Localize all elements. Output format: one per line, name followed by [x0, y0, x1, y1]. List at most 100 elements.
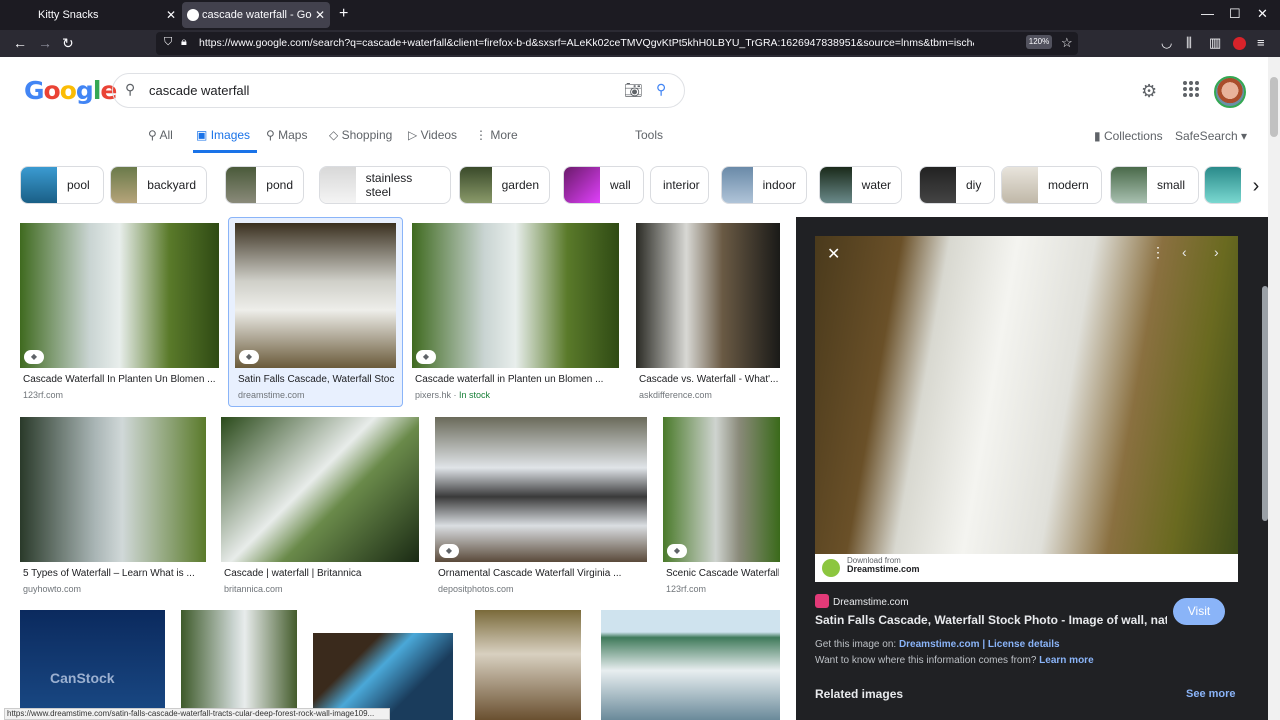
adblock-icon[interactable]: [1233, 37, 1246, 50]
page-scrollbar[interactable]: [1268, 57, 1280, 720]
preview-image[interactable]: [815, 236, 1238, 582]
result-caption[interactable]: Scenic Cascade Waterfall ...: [666, 568, 779, 579]
product-tag-icon: ◆: [439, 544, 459, 558]
search-input[interactable]: cascade waterfall: [149, 83, 249, 98]
preview-title[interactable]: Satin Falls Cascade, Waterfall Stock Pho…: [815, 613, 1167, 627]
menu-icon[interactable]: ≡: [1257, 35, 1265, 50]
search-submit-icon[interactable]: ⚲: [656, 81, 666, 98]
tab-more[interactable]: ⋮ More: [475, 128, 518, 142]
lock-icon[interactable]: 🔒︎: [181, 36, 187, 49]
tab-videos-label: Videos: [420, 128, 458, 142]
result-caption[interactable]: Cascade | waterfall | Britannica: [224, 568, 418, 579]
result-thumbnail[interactable]: [412, 223, 619, 368]
result-thumbnail[interactable]: [636, 223, 780, 368]
chip-interior[interactable]: interior: [650, 166, 709, 204]
account-avatar[interactable]: [1214, 76, 1246, 108]
visit-button[interactable]: Visit: [1173, 598, 1225, 625]
zoom-level[interactable]: 120%: [1026, 35, 1052, 49]
back-icon[interactable]: ←: [13, 35, 27, 51]
maximize-icon[interactable]: ☐: [1229, 6, 1241, 22]
chip-partial[interactable]: [1204, 166, 1244, 204]
library-icon[interactable]: ⫼: [1186, 35, 1192, 51]
chevron-right-icon[interactable]: ›: [1241, 169, 1268, 203]
tools-button[interactable]: Tools: [635, 128, 663, 142]
site-name[interactable]: Dreamstime.com: [833, 597, 909, 608]
pocket-icon[interactable]: ◡: [1161, 35, 1172, 51]
safesearch-button[interactable]: SafeSearch ▾: [1175, 129, 1247, 143]
close-icon[interactable]: ✕: [166, 8, 176, 22]
next-icon[interactable]: ›: [1214, 244, 1219, 260]
settings-gear-icon[interactable]: ⚙: [1141, 81, 1157, 102]
result-thumbnail[interactable]: [475, 610, 581, 720]
search-box[interactable]: ⚲ cascade waterfall 📷︎ ⚲: [112, 73, 685, 108]
bookmark-star-icon[interactable]: ☆: [1061, 35, 1073, 51]
scrollbar-thumb[interactable]: [1270, 77, 1278, 137]
result-source-domain: guyhowto.com: [23, 584, 82, 594]
more-options-icon[interactable]: ⋮: [1151, 244, 1165, 261]
chip-water[interactable]: water: [819, 166, 902, 204]
license-link[interactable]: | License details: [982, 639, 1059, 650]
url-bar[interactable]: ⛉ 🔒︎ https://www.google.com/search?q=cas…: [156, 32, 1078, 55]
tab-videos[interactable]: ▷ Videos: [408, 128, 457, 142]
result-thumbnail[interactable]: CanStock: [20, 610, 165, 720]
chip-wall[interactable]: wall: [563, 166, 644, 204]
chip-backyard[interactable]: backyard: [110, 166, 207, 204]
shield-icon[interactable]: ⛉: [164, 36, 172, 49]
chip-modern[interactable]: modern: [1001, 166, 1102, 204]
chip-diy[interactable]: diy: [919, 166, 995, 204]
camera-icon[interactable]: 📷︎: [624, 81, 643, 99]
chip-label: pool: [67, 178, 90, 192]
result-caption[interactable]: Cascade waterfall in Planten un Blomen .…: [415, 374, 618, 385]
google-logo[interactable]: Google: [24, 76, 117, 105]
chip-small[interactable]: small: [1110, 166, 1199, 204]
result-caption[interactable]: Ornamental Cascade Waterfall Virginia ..…: [438, 568, 646, 579]
chip-label: backyard: [147, 178, 196, 192]
tab-kitty-snacks[interactable]: Kitty Snacks: [8, 2, 180, 28]
tab-maps[interactable]: ⚲ Maps: [266, 128, 307, 142]
result-source: britannica.com: [224, 584, 283, 594]
result-caption[interactable]: Satin Falls Cascade, Waterfall Stock ...: [238, 374, 395, 385]
chip-pool[interactable]: pool: [20, 166, 104, 204]
forward-icon[interactable]: →: [38, 35, 52, 51]
tab-images[interactable]: ▣ Images: [196, 128, 250, 142]
tab-cascade-waterfall[interactable]: cascade waterfall - Google Search: [182, 2, 330, 28]
tab-all[interactable]: ⚲ All: [148, 128, 173, 142]
close-icon[interactable]: ✕: [315, 8, 325, 22]
chip-indoor[interactable]: indoor: [721, 166, 807, 204]
in-stock-badge: In stock: [459, 390, 491, 400]
learn-more-link[interactable]: Learn more: [1039, 655, 1093, 666]
previous-icon[interactable]: ‹: [1182, 244, 1187, 260]
result-thumbnail[interactable]: [601, 610, 780, 720]
see-more-link[interactable]: See more: [1186, 688, 1236, 700]
new-tab-icon[interactable]: +: [339, 5, 348, 23]
reload-icon[interactable]: ↻: [62, 35, 74, 52]
chip-garden[interactable]: garden: [459, 166, 550, 204]
result-thumbnail[interactable]: [221, 417, 419, 562]
result-thumbnail[interactable]: [20, 223, 219, 368]
apps-grid-icon[interactable]: [1183, 81, 1199, 97]
result-thumbnail[interactable]: [435, 417, 647, 562]
sidebar-icon[interactable]: ▥: [1209, 35, 1221, 51]
minimize-icon[interactable]: —: [1201, 6, 1214, 21]
result-thumbnail[interactable]: [663, 417, 780, 562]
search-icon: ⚲: [148, 128, 157, 142]
chip-stainless-steel[interactable]: stainless steel: [319, 166, 451, 204]
tab-shopping[interactable]: ◇ Shopping: [329, 128, 392, 142]
collections-button[interactable]: ▮ Collections: [1094, 129, 1163, 143]
close-window-icon[interactable]: ✕: [1257, 6, 1268, 22]
result-caption[interactable]: 5 Types of Waterfall – Learn What is ...: [23, 568, 205, 579]
logo-letter: o: [43, 76, 61, 105]
result-thumbnail[interactable]: [20, 417, 206, 562]
result-thumbnail[interactable]: [235, 223, 396, 368]
tab-title: cascade waterfall - Google Search: [202, 9, 312, 21]
close-icon[interactable]: ✕: [827, 244, 840, 264]
result-thumbnail[interactable]: [181, 610, 297, 720]
result-caption[interactable]: Cascade vs. Waterfall - What'...: [639, 374, 779, 385]
chip-pond[interactable]: pond: [225, 166, 304, 204]
chip-thumbnail: [564, 167, 600, 203]
get-site-link[interactable]: Dreamstime.com: [899, 639, 980, 650]
chip-label: modern: [1048, 178, 1089, 192]
result-thumbnail[interactable]: [313, 633, 453, 720]
chip-label: small: [1157, 178, 1186, 192]
result-caption[interactable]: Cascade Waterfall In Planten Un Blomen .…: [23, 374, 218, 385]
